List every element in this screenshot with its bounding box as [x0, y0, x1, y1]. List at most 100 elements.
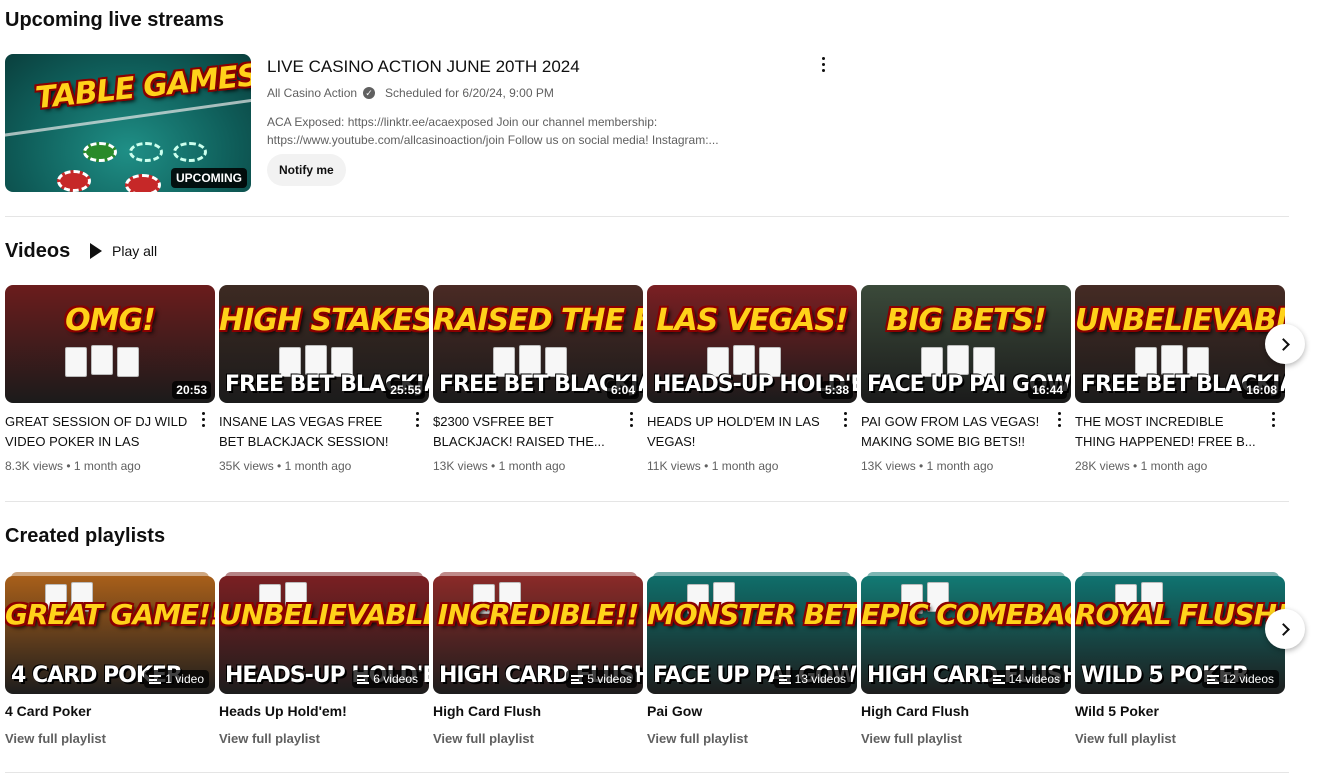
playlist-card[interactable]: UNBELIEVABLE!!HEADS-UP HOLD'EM6 videos He… — [219, 572, 429, 746]
separator-dot: • — [63, 459, 74, 473]
videos-heading: Videos — [5, 240, 71, 262]
thumbnail-overlay-text: INCREDIBLE!! — [437, 598, 640, 631]
video-title[interactable]: INSANE LAS VEGAS FREE BET BLACKJACK SESS… — [219, 412, 404, 452]
more-vert-icon[interactable] — [1049, 407, 1069, 431]
video-duration: 25:55 — [386, 381, 425, 399]
notify-me-button[interactable]: Notify me — [267, 154, 346, 186]
video-duration: 16:44 — [1028, 381, 1067, 399]
playlist-title[interactable]: Heads Up Hold'em! — [219, 703, 429, 719]
playlist-card[interactable]: INCREDIBLE!! HIGH CARD FLUSH 5 videos High … — [433, 572, 643, 746]
more-vert-icon[interactable] — [835, 407, 855, 431]
playlist-count: 14 videos — [1008, 672, 1060, 686]
view-full-playlist-link[interactable]: View full playlist — [5, 731, 215, 746]
upload-age: 1 month ago — [1140, 459, 1208, 473]
card-decoration — [733, 345, 755, 375]
playlist-card[interactable]: ROYAL FLUSH! WILD 5 POKER 12 videos Wild 5 … — [1075, 572, 1285, 746]
video-title[interactable]: HEADS UP HOLD'EM IN LAS VEGAS! — [647, 412, 832, 452]
view-count: 13K views — [861, 459, 916, 473]
playlist-icon — [357, 674, 370, 684]
play-all-button[interactable]: Play all — [90, 240, 157, 262]
chevron-right-icon[interactable] — [1265, 609, 1305, 649]
channel-name[interactable]: All Casino Action — [267, 86, 357, 100]
upcoming-heading: Upcoming live streams — [5, 9, 224, 31]
thumbnail-overlay-text: GREAT GAME!! — [5, 598, 215, 631]
play-all-label: Play all — [112, 243, 158, 259]
video-title[interactable]: $2300 VSFREE BET BLACKJACK! RAISED THE..… — [433, 412, 618, 452]
more-vert-icon[interactable] — [407, 407, 427, 431]
video-card[interactable]: RAISED THE BET!FREE BET BLACKJACK6:04 $23… — [433, 285, 643, 473]
view-count: 8.3K views — [5, 459, 64, 473]
video-meta: 13K views • 1 month ago — [433, 459, 643, 473]
video-duration: 16:08 — [1242, 381, 1281, 399]
chip-decoration — [83, 142, 117, 162]
playlist-icon — [992, 674, 1005, 684]
thumbnail-overlay-text: MONSTER BETS! — [647, 598, 857, 631]
card-decoration — [91, 345, 113, 375]
playlist-card[interactable]: GREAT GAME!! 4 CARD POKER 1 video 4 Card Po… — [5, 572, 215, 746]
video-card[interactable]: HIGH STAKES!FREE BET BLACKJACK25:55 INSAN… — [219, 285, 429, 473]
video-card[interactable]: OMG! 20:53 GREAT SESSION OF DJ WILD VIDEO … — [5, 285, 215, 473]
stream-title[interactable]: LIVE CASINO ACTION JUNE 20TH 2024 — [267, 57, 807, 77]
section-divider — [5, 216, 1289, 217]
video-thumbnail[interactable]: OMG! 20:53 — [5, 285, 215, 403]
playlist-thumbnail[interactable]: INCREDIBLE!! HIGH CARD FLUSH 5 videos — [433, 576, 643, 694]
more-vert-icon[interactable] — [621, 407, 641, 431]
card-decoration — [1161, 345, 1183, 375]
video-thumbnail[interactable]: LAS VEGAS!HEADS-UP HOLD'EM5:38 — [647, 285, 857, 403]
play-icon — [90, 243, 102, 259]
video-title[interactable]: GREAT SESSION OF DJ WILD VIDEO POKER IN … — [5, 412, 190, 452]
playlist-thumbnail[interactable]: ROYAL FLUSH! WILD 5 POKER 12 videos — [1075, 576, 1285, 694]
view-full-playlist-link[interactable]: View full playlist — [219, 731, 429, 746]
playlist-icon — [778, 674, 791, 684]
thumbnail-overlay-text: ROYAL FLUSH! — [1075, 598, 1285, 631]
chip-decoration — [129, 142, 163, 162]
card-decoration — [117, 347, 139, 377]
video-thumbnail[interactable]: UNBELIEVABLE!FREE BET BLACKJACK16:08 — [1075, 285, 1285, 403]
video-thumbnail[interactable]: HIGH STAKES!FREE BET BLACKJACK25:55 — [219, 285, 429, 403]
video-title[interactable]: THE MOST INCREDIBLE THING HAPPENED! FREE… — [1075, 412, 1260, 452]
video-card[interactable]: LAS VEGAS!HEADS-UP HOLD'EM5:38 HEADS UP H… — [647, 285, 857, 473]
upcoming-stream-thumbnail[interactable]: TABLE GAMES!? UPCOMING — [5, 54, 251, 192]
thumbnail-overlay-text: LAS VEGAS! — [656, 303, 848, 338]
view-count: 11K views — [647, 459, 701, 473]
playlist-title[interactable]: 4 Card Poker — [5, 703, 215, 719]
card-decoration — [65, 347, 87, 377]
separator-dot: • — [1129, 459, 1141, 473]
playlists-heading: Created playlists — [5, 525, 166, 547]
playlist-count: 13 videos — [794, 672, 846, 686]
video-duration: 20:53 — [172, 381, 211, 399]
chip-decoration — [57, 170, 91, 192]
view-full-playlist-link[interactable]: View full playlist — [861, 731, 1071, 746]
playlist-title[interactable]: Pai Gow — [647, 703, 857, 719]
video-thumbnail[interactable]: BIG BETS!FACE UP PAI GOW POKER16:44 — [861, 285, 1071, 403]
playlist-thumbnail[interactable]: GREAT GAME!! 4 CARD POKER 1 video — [5, 576, 215, 694]
video-card[interactable]: UNBELIEVABLE!FREE BET BLACKJACK16:08 THE … — [1075, 285, 1285, 473]
video-title[interactable]: PAI GOW FROM LAS VEGAS! MAKING SOME BIG … — [861, 412, 1046, 452]
upload-age: 1 month ago — [926, 459, 994, 473]
video-card[interactable]: BIG BETS!FACE UP PAI GOW POKER16:44 PAI G… — [861, 285, 1071, 473]
playlist-card[interactable]: MONSTER BETS!FACE UP PAI GOW13 videos Pai… — [647, 572, 857, 746]
more-vert-icon[interactable] — [193, 407, 213, 431]
playlist-thumbnail[interactable]: MONSTER BETS!FACE UP PAI GOW13 videos — [647, 576, 857, 694]
separator-dot: • — [487, 459, 499, 473]
chevron-right-icon[interactable] — [1265, 324, 1305, 364]
upload-age: 1 month ago — [498, 459, 566, 473]
playlist-title[interactable]: High Card Flush — [433, 703, 643, 719]
section-divider — [5, 501, 1289, 502]
video-meta: 28K views • 1 month ago — [1075, 459, 1285, 473]
playlist-count-badge: 1 video — [144, 670, 209, 688]
playlist-count: 6 videos — [373, 672, 418, 686]
more-vert-icon[interactable] — [1263, 407, 1283, 431]
view-full-playlist-link[interactable]: View full playlist — [433, 731, 643, 746]
playlist-thumbnail[interactable]: EPIC COMEBACK!?HIGH CARD FLUSH14 videos — [861, 576, 1071, 694]
view-full-playlist-link[interactable]: View full playlist — [647, 731, 857, 746]
playlist-card[interactable]: EPIC COMEBACK!?HIGH CARD FLUSH14 videos H… — [861, 572, 1071, 746]
upload-age: 1 month ago — [711, 459, 779, 473]
video-thumbnail[interactable]: RAISED THE BET!FREE BET BLACKJACK6:04 — [433, 285, 643, 403]
more-vert-icon[interactable] — [813, 52, 833, 76]
playlist-title[interactable]: Wild 5 Poker — [1075, 703, 1285, 719]
playlist-thumbnail[interactable]: UNBELIEVABLE!!HEADS-UP HOLD'EM6 videos — [219, 576, 429, 694]
playlist-title[interactable]: High Card Flush — [861, 703, 1071, 719]
upload-age: 1 month ago — [284, 459, 352, 473]
view-full-playlist-link[interactable]: View full playlist — [1075, 731, 1285, 746]
